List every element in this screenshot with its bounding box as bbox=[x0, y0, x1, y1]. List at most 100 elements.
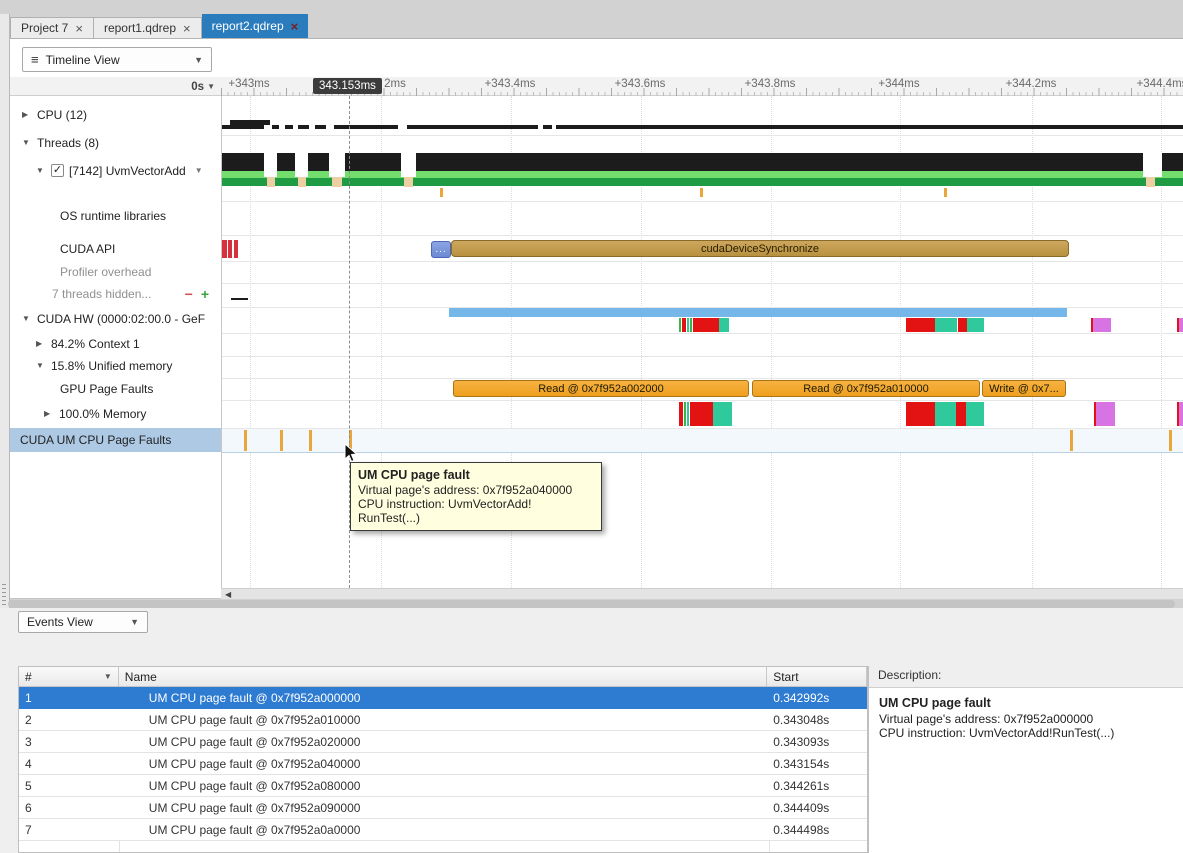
row-separator bbox=[222, 356, 1183, 357]
tab-close-icon[interactable]: × bbox=[183, 22, 191, 35]
collapsed-api-calls[interactable]: ... bbox=[431, 241, 451, 258]
ruler-label: +343.8ms bbox=[745, 78, 796, 90]
timeline-segment bbox=[231, 298, 248, 300]
sidebar-item-os-runtime-libraries[interactable]: OS runtime libraries bbox=[10, 207, 221, 224]
column-header-num[interactable]: #▼ bbox=[19, 667, 119, 686]
sidebar-item-84-2-context-1[interactable]: ▶84.2% Context 1 bbox=[10, 335, 221, 352]
sidebar-item-label: CUDA HW (0000:02:00.0 - GeF bbox=[37, 312, 205, 326]
timeline-segment bbox=[538, 125, 543, 129]
sidebar-item-cpu-12[interactable]: ▶CPU (12) bbox=[10, 106, 221, 123]
sidebar-item-15-8-unified-memory[interactable]: ▼15.8% Unified memory bbox=[10, 357, 221, 374]
sidebar-item-label: 100.0% Memory bbox=[59, 407, 146, 421]
row-separator bbox=[222, 283, 1183, 284]
event-row[interactable]: 2UM CPU page fault @ 0x7f952a0100000.343… bbox=[19, 709, 867, 731]
chevron-down-icon[interactable]: ▼ bbox=[195, 166, 203, 175]
column-header-start[interactable]: Start bbox=[767, 667, 867, 686]
timeline-segment bbox=[967, 318, 984, 332]
timeline-segment bbox=[693, 318, 719, 332]
sidebar-item-label: Threads (8) bbox=[37, 136, 99, 150]
timeline-segment bbox=[404, 177, 413, 187]
timeline-ruler[interactable]: 0s ▼ +343ms2ms+343.4ms+343.6ms+343.8ms+3… bbox=[10, 77, 1183, 96]
event-row[interactable]: 1UM CPU page fault @ 0x7f952a0000000.342… bbox=[19, 687, 867, 709]
events-view-dropdown[interactable]: Events View ▼ bbox=[18, 611, 148, 633]
sidebar-item-cuda-api[interactable]: CUDA API bbox=[10, 240, 221, 257]
tab-project-7[interactable]: Project 7× bbox=[10, 17, 94, 38]
sidebar-item-7-threads-hidden[interactable]: 7 threads hidden...−+ bbox=[10, 285, 221, 302]
sidebar-item-100-0-memory[interactable]: ▶ 100.0% Memory bbox=[10, 405, 221, 422]
event-row[interactable]: 5UM CPU page fault @ 0x7f952a0800000.344… bbox=[19, 775, 867, 797]
event-name: UM CPU page fault @ 0x7f952a020000 bbox=[119, 731, 767, 752]
chevron-right-icon[interactable]: ▶ bbox=[44, 409, 54, 418]
event-num: 5 bbox=[19, 775, 119, 796]
timeline-horizontal-scrollbar[interactable]: ◀ bbox=[221, 588, 1183, 599]
sidebar-item-cuda-um-cpu-page-faults[interactable]: CUDA UM CPU Page Faults bbox=[10, 428, 221, 452]
row-separator bbox=[222, 135, 1183, 136]
timeline-segment bbox=[222, 429, 1183, 452]
event-row[interactable]: 4UM CPU page fault @ 0x7f952a0400000.343… bbox=[19, 753, 867, 775]
event-row[interactable]: 3UM CPU page fault @ 0x7f952a0200000.343… bbox=[19, 731, 867, 753]
events-section: Events View ▼ #▼NameStart1UM CPU page fa… bbox=[0, 608, 1183, 853]
cuda-api-range[interactable]: cudaDeviceSynchronize bbox=[451, 240, 1069, 257]
timeline-segment bbox=[295, 153, 308, 177]
tab-report2-qdrep[interactable]: report2.qdrep× bbox=[202, 14, 309, 38]
timeline-segment bbox=[293, 125, 298, 129]
expand-threads-icon[interactable]: + bbox=[201, 286, 209, 302]
time-marker-badge[interactable]: 343.153ms bbox=[313, 78, 382, 94]
sidebar-item-cuda-hw-0000-02-00-0-gef[interactable]: ▼ CUDA HW (0000:02:00.0 - GeF bbox=[10, 310, 221, 327]
event-row[interactable]: 6UM CPU page fault @ 0x7f952a0900000.344… bbox=[19, 797, 867, 819]
hidden-threads-controls: −+ bbox=[185, 286, 221, 302]
event-row[interactable]: 7UM CPU page fault @ 0x7f952a0a00000.344… bbox=[19, 819, 867, 841]
gpu-page-fault-range[interactable]: Write @ 0x7... bbox=[982, 380, 1066, 397]
chevron-down-icon[interactable]: ▼ bbox=[22, 138, 32, 147]
event-name: UM CPU page fault @ 0x7f952a080000 bbox=[119, 775, 767, 796]
page-fault-tick bbox=[700, 188, 703, 197]
timeline-view-dropdown[interactable]: ≡ Timeline View ▼ bbox=[22, 47, 212, 72]
timeline-segment bbox=[298, 177, 306, 187]
tab-close-icon[interactable]: × bbox=[291, 20, 299, 33]
timeline-segment bbox=[906, 318, 935, 332]
panel-scrollbar-thumb[interactable] bbox=[8, 600, 1175, 608]
page-fault-tick bbox=[1070, 430, 1073, 451]
sidebar-item-label: CUDA UM CPU Page Faults bbox=[20, 433, 171, 447]
sidebar-item-threads-8[interactable]: ▼ Threads (8) bbox=[10, 134, 221, 151]
thread-checkbox[interactable]: ✓ bbox=[51, 164, 64, 177]
page-fault-tick bbox=[309, 430, 312, 451]
chevron-down-icon[interactable]: ▼ bbox=[22, 314, 32, 323]
sidebar-item-gpu-page-faults[interactable]: GPU Page Faults bbox=[10, 380, 221, 397]
event-start: 0.344409s bbox=[767, 797, 867, 818]
column-header-label: Name bbox=[125, 670, 157, 684]
row-separator bbox=[222, 378, 1183, 379]
timeline-segment bbox=[1143, 153, 1162, 177]
timeline-segment bbox=[682, 318, 686, 332]
description-line: Virtual page's address: 0x7f952a000000 bbox=[879, 712, 1173, 726]
ruler-label: +343ms bbox=[228, 78, 269, 90]
timeline-segment bbox=[713, 402, 732, 426]
ruler-label: +344ms bbox=[878, 78, 919, 90]
timeline-segment bbox=[332, 177, 342, 187]
sidebar-item-7142-uvmvectoradd[interactable]: ▼✓[7142] UvmVectorAdd▼ bbox=[10, 162, 221, 179]
gpu-page-fault-range[interactable]: Read @ 0x7f952a002000 bbox=[453, 380, 749, 397]
tab-report1-qdrep[interactable]: report1.qdrep× bbox=[94, 17, 202, 38]
sidebar-item-label: GPU Page Faults bbox=[60, 382, 153, 396]
event-start: 0.344498s bbox=[767, 819, 867, 840]
gpu-page-fault-range[interactable]: Read @ 0x7f952a010000 bbox=[752, 380, 980, 397]
sidebar-tree: ▶CPU (12)▼Threads (8)▼✓[7142] UvmVectorA… bbox=[10, 96, 221, 588]
ruler-origin[interactable]: 0s ▼ bbox=[10, 77, 221, 96]
timeline-segment bbox=[719, 318, 729, 332]
sidebar-item-profiler-overhead[interactable]: Profiler overhead bbox=[10, 263, 221, 280]
tab-close-icon[interactable]: × bbox=[75, 22, 83, 35]
column-header-name[interactable]: Name bbox=[119, 667, 767, 686]
timeline-segment bbox=[966, 402, 984, 426]
timeline-segment bbox=[687, 402, 689, 426]
collapse-threads-icon[interactable]: − bbox=[185, 286, 193, 302]
ruler-label: 2ms bbox=[384, 78, 406, 90]
chevron-right-icon[interactable]: ▶ bbox=[22, 110, 32, 119]
event-name: UM CPU page fault @ 0x7f952a000000 bbox=[119, 687, 767, 708]
scroll-left-arrow-icon[interactable]: ◀ bbox=[221, 590, 231, 599]
event-num: 1 bbox=[19, 687, 119, 708]
events-table: #▼NameStart1UM CPU page fault @ 0x7f952a… bbox=[18, 666, 868, 853]
chevron-right-icon[interactable]: ▶ bbox=[36, 339, 46, 348]
ruler-scale[interactable]: +343ms2ms+343.4ms+343.6ms+343.8ms+344ms+… bbox=[221, 77, 1183, 96]
chevron-down-icon[interactable]: ▼ bbox=[36, 361, 46, 370]
chevron-down-icon[interactable]: ▼ bbox=[36, 166, 46, 175]
